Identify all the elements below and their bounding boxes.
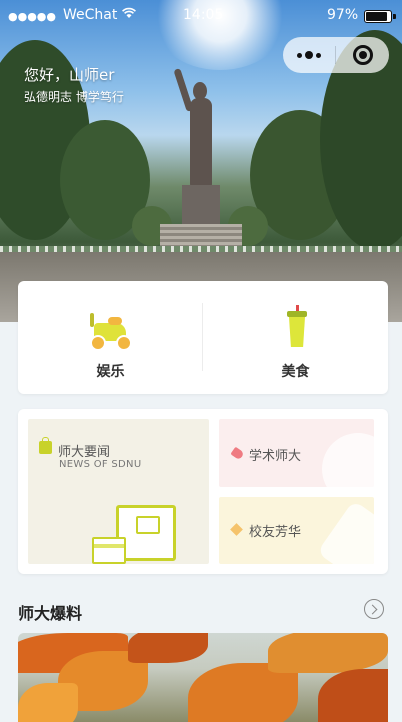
- more-dots-icon[interactable]: [283, 37, 335, 73]
- feature-grid: 师大要闻 NEWS OF SDNU 学术师大 校友芳华: [18, 409, 388, 574]
- section-title: 师大爆料: [18, 604, 83, 623]
- wifi-icon: [122, 7, 136, 23]
- battery-icon: [364, 10, 396, 23]
- decorative-shape: [316, 500, 374, 564]
- miniprogram-capsule: [283, 37, 389, 73]
- cup-icon: [287, 305, 307, 349]
- tag-icon: [230, 446, 245, 461]
- news-photo[interactable]: [18, 633, 388, 722]
- category-food[interactable]: 美食: [203, 281, 388, 394]
- academic-tile[interactable]: 学术师大: [219, 419, 374, 487]
- news-title: 师大要闻: [58, 445, 111, 460]
- news-subtitle: NEWS OF SDNU: [59, 459, 142, 470]
- close-target-icon[interactable]: [353, 45, 373, 65]
- signal-icon: ●●●●●: [8, 10, 56, 23]
- maple-foliage: [268, 633, 388, 673]
- stairs: [160, 224, 242, 248]
- decorative-circle: [322, 433, 374, 487]
- battery-percent: 97%: [327, 7, 359, 23]
- academic-title: 学术师大: [249, 449, 302, 464]
- alumni-tile[interactable]: 校友芳华: [219, 497, 374, 564]
- maple-foliage: [318, 669, 388, 722]
- box-illustration: [92, 537, 126, 564]
- statue: [190, 98, 212, 186]
- category-card: 娱乐 美食: [18, 281, 388, 394]
- capsule-divider: [335, 46, 336, 64]
- carrier-name: WeChat: [63, 7, 118, 23]
- news-tile[interactable]: 师大要闻 NEWS OF SDNU: [28, 419, 209, 564]
- school-motto: 弘德明志 博学笃行: [24, 90, 124, 104]
- bag-icon: [39, 437, 52, 454]
- alumni-title: 校友芳华: [249, 525, 302, 540]
- category-label: 美食: [281, 364, 310, 380]
- chevron-right-circle-icon[interactable]: [364, 599, 384, 619]
- status-bar: ●●●●● WeChat 14:05 97%: [0, 0, 402, 32]
- maple-foliage: [128, 633, 208, 663]
- diamond-icon: [230, 523, 243, 536]
- category-entertainment[interactable]: 娱乐: [18, 281, 203, 394]
- scooter-icon: [90, 313, 132, 351]
- greeting-text: 您好，山师er: [24, 66, 115, 84]
- maple-foliage: [18, 683, 78, 722]
- clock: 14:05: [183, 7, 224, 23]
- category-label: 娱乐: [96, 364, 125, 380]
- statue-pedestal: [182, 185, 220, 225]
